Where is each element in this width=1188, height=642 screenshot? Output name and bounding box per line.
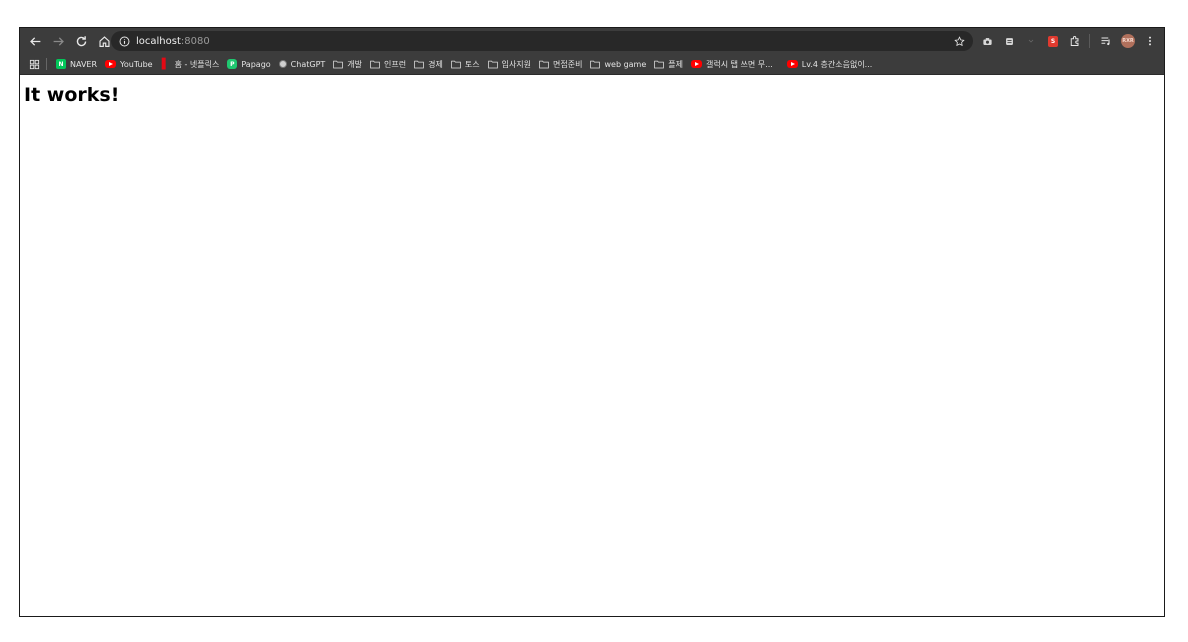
bookmark-label: 토스 <box>464 59 480 69</box>
arrow-left-icon <box>29 36 40 46</box>
bookmark-naver[interactable]: N NAVER <box>52 56 101 72</box>
forward-button[interactable] <box>48 31 68 51</box>
bookmark-galaxy-tab-video[interactable]: 갤럭시 탭 쓰면 무... <box>687 56 777 72</box>
bookmark-folder-toss[interactable]: 토스 <box>447 56 484 72</box>
bookmark-youtube[interactable]: YouTube <box>101 56 157 72</box>
profile-avatar[interactable]: RXR <box>1118 31 1138 51</box>
bookmark-label: 면접준비 <box>553 59 583 69</box>
reader-extension-icon[interactable] <box>999 31 1019 51</box>
small-arrow-icon[interactable] <box>1021 31 1041 51</box>
media-controls-icon[interactable] <box>1096 31 1116 51</box>
bookmark-folder-apply[interactable]: 입사지원 <box>484 56 535 72</box>
folder-icon <box>654 59 665 69</box>
bookmark-folder-dev[interactable]: 개발 <box>329 56 366 72</box>
bookmark-noise-video[interactable]: Lv.4 층간소음없이... <box>783 56 877 72</box>
bookmark-star-icon[interactable] <box>951 33 967 49</box>
folder-icon <box>451 59 461 69</box>
bookmark-folder-webgame[interactable]: web game <box>586 56 650 72</box>
folder-icon <box>590 59 601 69</box>
youtube-icon <box>691 60 702 68</box>
reload-icon <box>76 35 86 46</box>
netflix-icon: ▌ <box>161 58 170 70</box>
reload-button[interactable] <box>71 31 91 51</box>
bookmark-label: 인프런 <box>384 59 407 69</box>
extensions-puzzle-icon[interactable] <box>1065 31 1085 51</box>
bookmark-label: 개발 <box>347 59 363 69</box>
page-heading: It works! <box>24 84 120 106</box>
bookmark-label: ChatGPT <box>290 59 326 69</box>
bookmark-folder-inflearn[interactable]: 인프런 <box>366 56 410 72</box>
bookmark-label: YouTube <box>120 59 153 69</box>
bookmark-label: 플제 <box>668 59 683 69</box>
browser-window: localhost:8080 S RXR N NAVER YouTube ▌ 홈… <box>19 27 1165 617</box>
folder-icon <box>414 59 424 69</box>
folder-icon <box>539 59 549 69</box>
bookmarks-bar: N NAVER YouTube ▌ 홈 - 넷플릭스 P Papago Chat… <box>20 54 1164 75</box>
bookmark-label: 홈 - 넷플릭스 <box>174 59 220 69</box>
bookmark-label: Papago <box>241 59 271 69</box>
bookmark-label: 입사지원 <box>501 59 532 69</box>
bookmark-folder-economy[interactable]: 경제 <box>410 56 447 72</box>
bookmark-label: 갤럭시 탭 쓰면 무... <box>706 59 773 69</box>
bookmark-label: Lv.4 층간소음없이... <box>801 59 873 69</box>
red-extension-badge: S <box>1048 35 1058 47</box>
bookmark-label: 경제 <box>428 59 443 69</box>
folder-icon <box>487 59 498 69</box>
bookmark-netflix[interactable]: ▌ 홈 - 넷플릭스 <box>157 56 224 72</box>
toolbar-separator <box>1089 34 1090 48</box>
page-content: It works! <box>20 75 1164 115</box>
papago-icon: P <box>227 59 238 69</box>
url-port: :8080 <box>180 35 210 47</box>
url-text[interactable]: localhost:8080 <box>136 36 210 47</box>
arrow-right-icon <box>53 36 64 46</box>
toolbar-right-icons: S RXR <box>975 31 1160 51</box>
folder-icon <box>370 59 380 69</box>
bookmark-folder-project[interactable]: 플제 <box>650 56 687 72</box>
folder-icon <box>333 59 344 69</box>
red-extension-icon[interactable]: S <box>1043 31 1063 51</box>
bookmark-label: web game <box>604 59 647 69</box>
youtube-icon <box>105 60 117 68</box>
back-button[interactable] <box>25 31 45 51</box>
address-bar[interactable]: localhost:8080 <box>111 31 973 51</box>
site-info-icon[interactable] <box>115 32 133 50</box>
url-host: localhost <box>136 35 181 47</box>
bookmark-chatgpt[interactable]: ChatGPT <box>275 56 330 72</box>
apps-grid-icon[interactable] <box>25 55 43 73</box>
bookmark-label: NAVER <box>70 59 98 69</box>
menu-dots-icon[interactable] <box>1140 31 1160 51</box>
bookmarks-separator <box>46 58 47 70</box>
profile-initials: RXR <box>1121 34 1135 48</box>
bookmark-papago[interactable]: P Papago <box>223 56 274 72</box>
naver-icon: N <box>56 59 66 69</box>
camera-extension-icon[interactable] <box>977 31 997 51</box>
browser-toolbar: localhost:8080 S RXR <box>20 28 1164 54</box>
chatgpt-icon <box>278 60 287 68</box>
home-icon <box>98 35 110 47</box>
bookmark-folder-interview[interactable]: 면접준비 <box>535 56 586 72</box>
youtube-icon <box>786 60 798 68</box>
